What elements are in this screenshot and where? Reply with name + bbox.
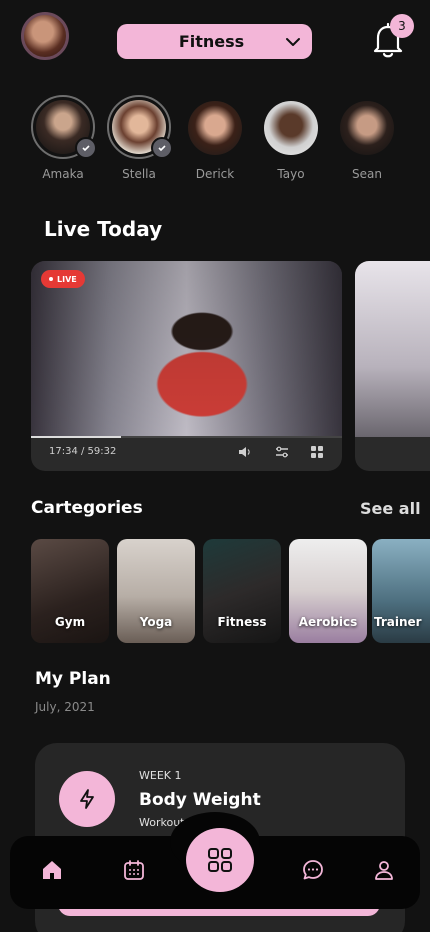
chat-icon[interactable] [301,858,325,882]
plan-name: Body Weight [139,790,261,810]
category-trainer[interactable]: Trainer [372,539,430,643]
avatar [264,101,318,155]
apps-grid-icon [208,848,232,872]
plan-title: My Plan [35,669,111,689]
home-icon[interactable] [40,858,64,882]
plan-date: July, 2021 [35,700,95,714]
chevron-down-icon [286,38,300,46]
plan-icon-circle [59,771,115,827]
live-video-thumbnail [355,261,430,437]
story-sean[interactable]: Sean [335,101,399,181]
live-badge: LIVE [41,270,85,288]
category-yoga[interactable]: Yoga [117,539,195,643]
check-icon [75,137,97,159]
profile-icon[interactable] [372,858,396,882]
categories-title: Cartegories [31,498,143,518]
avatar [340,101,394,155]
see-all-link[interactable]: See all [360,499,421,518]
story-name: Tayo [277,167,305,181]
story-name: Stella [122,167,156,181]
lightning-icon [80,789,94,809]
category-gym[interactable]: Gym [31,539,109,643]
category-aerobics[interactable]: Aerobics [289,539,367,643]
menu-fab-button[interactable] [186,828,254,892]
category-fitness[interactable]: Fitness [203,539,281,643]
live-video-card[interactable] [31,261,342,471]
story-derick[interactable]: Derick [183,101,247,181]
check-icon [151,137,173,159]
story-stella[interactable]: Stella [107,95,173,181]
profile-avatar[interactable] [21,12,69,60]
volume-icon[interactable] [237,444,253,460]
story-name: Derick [195,167,235,181]
video-progress-bar[interactable] [31,436,342,438]
video-time: 17:34 / 59:32 [49,446,117,457]
category-dropdown[interactable]: Fitness [117,24,312,59]
plan-week: WEEK 1 [139,769,182,782]
story-amaka[interactable]: Amaka [31,95,97,181]
notification-badge: 3 [390,14,414,38]
story-name: Amaka [42,167,84,181]
grid-icon[interactable] [309,444,325,460]
category-dropdown-label: Fitness [178,32,245,51]
live-video-card-2[interactable] [355,261,430,471]
calendar-icon[interactable] [122,858,146,882]
settings-sliders-icon[interactable] [274,444,290,460]
story-name: Sean [352,167,382,181]
story-tayo[interactable]: Tayo [259,101,323,181]
live-section-title: Live Today [44,217,163,241]
avatar [188,101,242,155]
